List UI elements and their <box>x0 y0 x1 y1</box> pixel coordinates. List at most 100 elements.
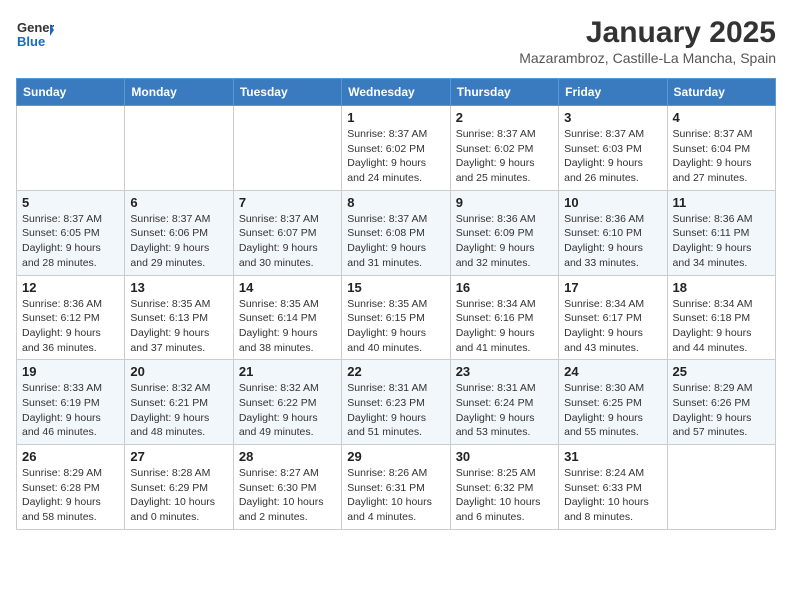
day-number: 30 <box>456 449 553 464</box>
calendar-cell: 12 Sunrise: 8:36 AMSunset: 6:12 PMDaylig… <box>17 275 125 360</box>
calendar-week-row: 5 Sunrise: 8:37 AMSunset: 6:05 PMDayligh… <box>17 190 776 275</box>
svg-text:Blue: Blue <box>17 34 45 49</box>
day-info: Sunrise: 8:24 AMSunset: 6:33 PMDaylight:… <box>564 466 661 525</box>
day-number: 10 <box>564 195 661 210</box>
weekday-header-sunday: Sunday <box>17 79 125 106</box>
calendar-cell: 28 Sunrise: 8:27 AMSunset: 6:30 PMDaylig… <box>233 445 341 530</box>
calendar-week-row: 1 Sunrise: 8:37 AMSunset: 6:02 PMDayligh… <box>17 106 776 191</box>
day-number: 17 <box>564 280 661 295</box>
calendar-cell: 16 Sunrise: 8:34 AMSunset: 6:16 PMDaylig… <box>450 275 558 360</box>
weekday-header-saturday: Saturday <box>667 79 775 106</box>
calendar-cell: 22 Sunrise: 8:31 AMSunset: 6:23 PMDaylig… <box>342 360 450 445</box>
weekday-header-row: SundayMondayTuesdayWednesdayThursdayFrid… <box>17 79 776 106</box>
calendar-cell: 27 Sunrise: 8:28 AMSunset: 6:29 PMDaylig… <box>125 445 233 530</box>
day-number: 18 <box>673 280 770 295</box>
day-info: Sunrise: 8:27 AMSunset: 6:30 PMDaylight:… <box>239 466 336 525</box>
weekday-header-thursday: Thursday <box>450 79 558 106</box>
day-info: Sunrise: 8:37 AMSunset: 6:03 PMDaylight:… <box>564 127 661 186</box>
day-info: Sunrise: 8:30 AMSunset: 6:25 PMDaylight:… <box>564 381 661 440</box>
calendar-cell: 14 Sunrise: 8:35 AMSunset: 6:14 PMDaylig… <box>233 275 341 360</box>
calendar-cell: 25 Sunrise: 8:29 AMSunset: 6:26 PMDaylig… <box>667 360 775 445</box>
calendar-title: January 2025 <box>519 16 776 50</box>
day-info: Sunrise: 8:37 AMSunset: 6:04 PMDaylight:… <box>673 127 770 186</box>
day-number: 25 <box>673 364 770 379</box>
title-block: January 2025 Mazarambroz, Castille-La Ma… <box>519 16 776 66</box>
day-info: Sunrise: 8:34 AMSunset: 6:17 PMDaylight:… <box>564 297 661 356</box>
calendar-table: SundayMondayTuesdayWednesdayThursdayFrid… <box>16 78 776 530</box>
day-info: Sunrise: 8:36 AMSunset: 6:10 PMDaylight:… <box>564 212 661 271</box>
svg-text:General: General <box>17 20 54 35</box>
calendar-subtitle: Mazarambroz, Castille-La Mancha, Spain <box>519 50 776 66</box>
weekday-header-tuesday: Tuesday <box>233 79 341 106</box>
day-number: 1 <box>347 110 444 125</box>
calendar-cell <box>667 445 775 530</box>
calendar-cell: 15 Sunrise: 8:35 AMSunset: 6:15 PMDaylig… <box>342 275 450 360</box>
day-number: 23 <box>456 364 553 379</box>
day-info: Sunrise: 8:26 AMSunset: 6:31 PMDaylight:… <box>347 466 444 525</box>
day-number: 29 <box>347 449 444 464</box>
day-number: 8 <box>347 195 444 210</box>
day-info: Sunrise: 8:35 AMSunset: 6:13 PMDaylight:… <box>130 297 227 356</box>
calendar-cell: 21 Sunrise: 8:32 AMSunset: 6:22 PMDaylig… <box>233 360 341 445</box>
calendar-cell: 24 Sunrise: 8:30 AMSunset: 6:25 PMDaylig… <box>559 360 667 445</box>
day-number: 22 <box>347 364 444 379</box>
day-info: Sunrise: 8:37 AMSunset: 6:06 PMDaylight:… <box>130 212 227 271</box>
calendar-cell: 23 Sunrise: 8:31 AMSunset: 6:24 PMDaylig… <box>450 360 558 445</box>
day-number: 3 <box>564 110 661 125</box>
calendar-cell: 11 Sunrise: 8:36 AMSunset: 6:11 PMDaylig… <box>667 190 775 275</box>
calendar-week-row: 19 Sunrise: 8:33 AMSunset: 6:19 PMDaylig… <box>17 360 776 445</box>
calendar-cell: 18 Sunrise: 8:34 AMSunset: 6:18 PMDaylig… <box>667 275 775 360</box>
calendar-cell: 10 Sunrise: 8:36 AMSunset: 6:10 PMDaylig… <box>559 190 667 275</box>
day-info: Sunrise: 8:34 AMSunset: 6:16 PMDaylight:… <box>456 297 553 356</box>
calendar-week-row: 12 Sunrise: 8:36 AMSunset: 6:12 PMDaylig… <box>17 275 776 360</box>
day-number: 7 <box>239 195 336 210</box>
calendar-cell: 13 Sunrise: 8:35 AMSunset: 6:13 PMDaylig… <box>125 275 233 360</box>
weekday-header-wednesday: Wednesday <box>342 79 450 106</box>
day-number: 15 <box>347 280 444 295</box>
day-info: Sunrise: 8:34 AMSunset: 6:18 PMDaylight:… <box>673 297 770 356</box>
day-number: 24 <box>564 364 661 379</box>
calendar-cell: 19 Sunrise: 8:33 AMSunset: 6:19 PMDaylig… <box>17 360 125 445</box>
calendar-cell: 9 Sunrise: 8:36 AMSunset: 6:09 PMDayligh… <box>450 190 558 275</box>
day-number: 27 <box>130 449 227 464</box>
day-number: 14 <box>239 280 336 295</box>
day-info: Sunrise: 8:32 AMSunset: 6:22 PMDaylight:… <box>239 381 336 440</box>
weekday-header-monday: Monday <box>125 79 233 106</box>
logo-svg: General Blue <box>16 16 54 54</box>
day-info: Sunrise: 8:29 AMSunset: 6:26 PMDaylight:… <box>673 381 770 440</box>
day-number: 16 <box>456 280 553 295</box>
day-info: Sunrise: 8:36 AMSunset: 6:09 PMDaylight:… <box>456 212 553 271</box>
day-info: Sunrise: 8:37 AMSunset: 6:02 PMDaylight:… <box>347 127 444 186</box>
day-number: 4 <box>673 110 770 125</box>
calendar-cell <box>233 106 341 191</box>
day-info: Sunrise: 8:36 AMSunset: 6:11 PMDaylight:… <box>673 212 770 271</box>
calendar-cell: 17 Sunrise: 8:34 AMSunset: 6:17 PMDaylig… <box>559 275 667 360</box>
day-info: Sunrise: 8:37 AMSunset: 6:02 PMDaylight:… <box>456 127 553 186</box>
calendar-cell: 5 Sunrise: 8:37 AMSunset: 6:05 PMDayligh… <box>17 190 125 275</box>
page-header: General Blue January 2025 Mazarambroz, C… <box>16 16 776 66</box>
day-info: Sunrise: 8:37 AMSunset: 6:07 PMDaylight:… <box>239 212 336 271</box>
calendar-cell: 1 Sunrise: 8:37 AMSunset: 6:02 PMDayligh… <box>342 106 450 191</box>
day-number: 28 <box>239 449 336 464</box>
day-info: Sunrise: 8:36 AMSunset: 6:12 PMDaylight:… <box>22 297 119 356</box>
day-number: 31 <box>564 449 661 464</box>
calendar-cell: 20 Sunrise: 8:32 AMSunset: 6:21 PMDaylig… <box>125 360 233 445</box>
calendar-cell: 31 Sunrise: 8:24 AMSunset: 6:33 PMDaylig… <box>559 445 667 530</box>
day-number: 13 <box>130 280 227 295</box>
day-number: 20 <box>130 364 227 379</box>
calendar-cell: 29 Sunrise: 8:26 AMSunset: 6:31 PMDaylig… <box>342 445 450 530</box>
day-info: Sunrise: 8:35 AMSunset: 6:15 PMDaylight:… <box>347 297 444 356</box>
day-info: Sunrise: 8:28 AMSunset: 6:29 PMDaylight:… <box>130 466 227 525</box>
calendar-cell: 2 Sunrise: 8:37 AMSunset: 6:02 PMDayligh… <box>450 106 558 191</box>
day-number: 2 <box>456 110 553 125</box>
day-number: 21 <box>239 364 336 379</box>
day-info: Sunrise: 8:31 AMSunset: 6:24 PMDaylight:… <box>456 381 553 440</box>
calendar-cell: 8 Sunrise: 8:37 AMSunset: 6:08 PMDayligh… <box>342 190 450 275</box>
day-info: Sunrise: 8:37 AMSunset: 6:05 PMDaylight:… <box>22 212 119 271</box>
calendar-cell: 4 Sunrise: 8:37 AMSunset: 6:04 PMDayligh… <box>667 106 775 191</box>
calendar-cell: 26 Sunrise: 8:29 AMSunset: 6:28 PMDaylig… <box>17 445 125 530</box>
calendar-cell <box>17 106 125 191</box>
logo: General Blue <box>16 16 54 54</box>
day-number: 6 <box>130 195 227 210</box>
day-number: 5 <box>22 195 119 210</box>
